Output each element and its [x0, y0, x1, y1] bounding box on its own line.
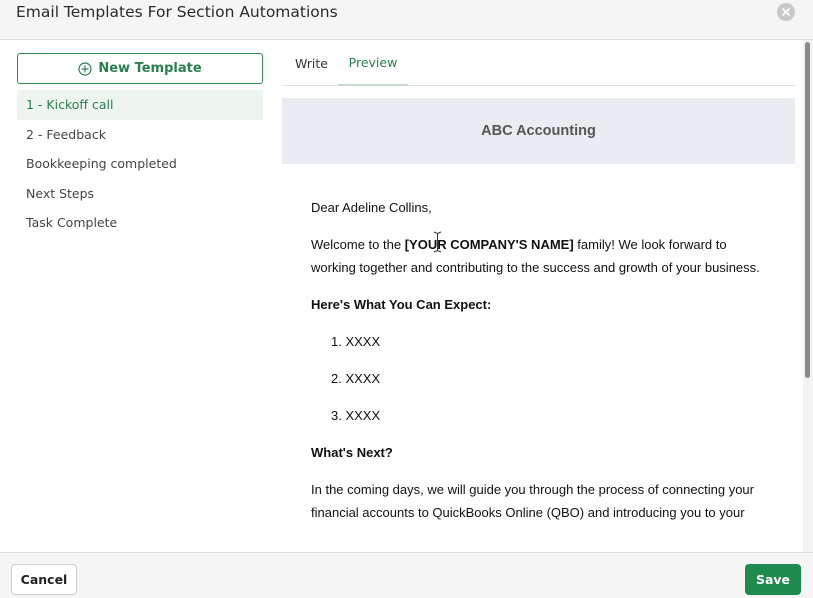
- editor-tabs: Write Preview: [282, 40, 795, 86]
- tab-preview[interactable]: Preview: [338, 40, 408, 86]
- new-template-label: New Template: [98, 61, 202, 76]
- template-item-kickoff-call[interactable]: 1 - Kickoff call: [17, 90, 263, 120]
- new-template-button[interactable]: New Template: [17, 53, 263, 84]
- greeting: Dear Adeline Collins,: [311, 200, 432, 215]
- close-icon: [782, 8, 790, 16]
- list-item: 2. XXXX: [331, 371, 381, 386]
- template-item-task-complete[interactable]: Task Complete: [17, 208, 263, 238]
- expect-list: 1. XXXX 2. XXXX 3. XXXX: [311, 330, 766, 427]
- text-cursor-icon: [433, 231, 442, 253]
- modal-title: Email Templates For Section Automations: [16, 3, 338, 21]
- template-item-feedback[interactable]: 2 - Feedback: [17, 120, 263, 150]
- company-banner: ABC Accounting: [282, 98, 795, 164]
- scrollbar[interactable]: [803, 40, 813, 552]
- cancel-button[interactable]: Cancel: [11, 564, 77, 595]
- template-item-next-steps[interactable]: Next Steps: [17, 179, 263, 209]
- tab-write[interactable]: Write: [295, 40, 328, 86]
- list-item: 3. XXXX: [331, 408, 381, 423]
- next-paragraph: In the coming days, we will guide you th…: [311, 482, 754, 520]
- next-heading-text: What's Next?: [311, 445, 393, 460]
- email-preview: ABC Accounting Dear Adeline Collins, Wel…: [282, 98, 795, 552]
- scrollbar-thumb[interactable]: [805, 42, 810, 378]
- company-placeholder: [YOUR COMPANY'S NAME]: [404, 237, 574, 252]
- plus-circle-icon: [78, 61, 92, 76]
- company-name: ABC Accounting: [481, 123, 596, 139]
- save-button[interactable]: Save: [745, 564, 801, 595]
- welcome-paragraph: Welcome to the [YOUR COMPANY'S NAME] fam…: [311, 233, 766, 279]
- email-body: Dear Adeline Collins, Welcome to the [YO…: [282, 164, 795, 524]
- list-item: 1. XXXX: [331, 334, 381, 349]
- next-heading: What's Next?: [311, 441, 766, 464]
- welcome-prefix: Welcome to the: [311, 237, 405, 252]
- modal-header: Email Templates For Section Automations: [0, 0, 813, 40]
- close-button[interactable]: [777, 3, 795, 21]
- template-item-bookkeeping-completed[interactable]: Bookkeeping completed: [17, 149, 263, 179]
- modal-footer: Cancel Save: [0, 552, 813, 598]
- expect-heading-text: Here's What You Can Expect:: [311, 297, 492, 312]
- template-sidebar: New Template 1 - Kickoff call 2 - Feedba…: [0, 40, 279, 552]
- expect-heading: Here's What You Can Expect:: [311, 293, 766, 316]
- template-list: 1 - Kickoff call 2 - Feedback Bookkeepin…: [17, 90, 263, 238]
